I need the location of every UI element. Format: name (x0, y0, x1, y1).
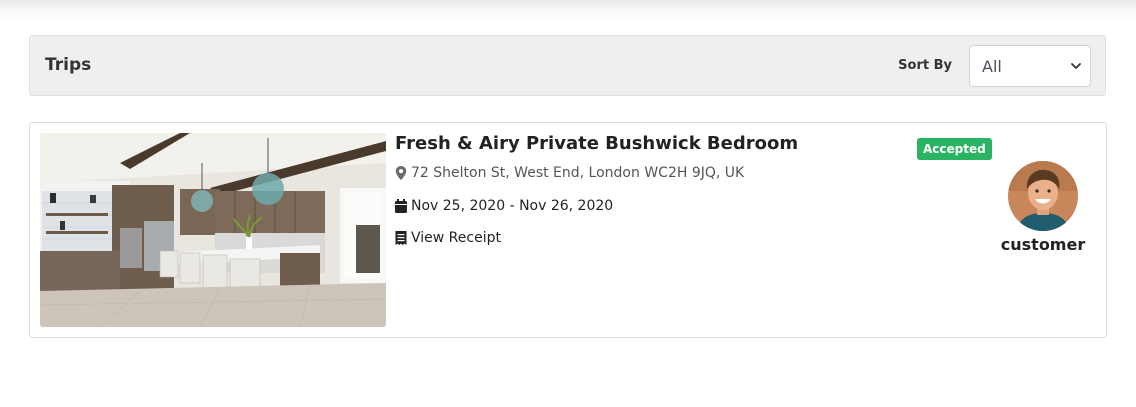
view-receipt-label: View Receipt (411, 230, 501, 246)
trip-photo[interactable] (40, 133, 386, 327)
trip-address: 72 Shelton St, West End, London WC2H 9JQ… (395, 165, 744, 181)
dates-text: Nov 25, 2020 - Nov 26, 2020 (411, 198, 614, 214)
trip-dates: Nov 25, 2020 - Nov 26, 2020 (395, 198, 613, 214)
trip-title[interactable]: Fresh & Airy Private Bushwick Bedroom (395, 133, 798, 154)
trip-card: Fresh & Airy Private Bushwick Bedroom 72… (29, 122, 1107, 338)
receipt-icon (395, 231, 407, 245)
avatar[interactable] (1008, 161, 1078, 231)
chevron-down-icon (1071, 63, 1081, 69)
sort-select[interactable]: All (969, 45, 1091, 87)
calendar-icon (395, 199, 407, 213)
trips-header: Trips Sort By All (29, 35, 1106, 96)
top-nav-shadow (0, 0, 1136, 22)
sort-select-value: All (982, 57, 1002, 76)
map-marker-icon (395, 166, 407, 180)
page-title: Trips (45, 55, 92, 75)
view-receipt-link[interactable]: View Receipt (395, 230, 501, 246)
host-name: customer (1000, 235, 1086, 254)
status-badge: Accepted (917, 138, 992, 160)
sort-by-label: Sort By (898, 58, 952, 73)
address-text: 72 Shelton St, West End, London WC2H 9JQ… (411, 165, 745, 181)
